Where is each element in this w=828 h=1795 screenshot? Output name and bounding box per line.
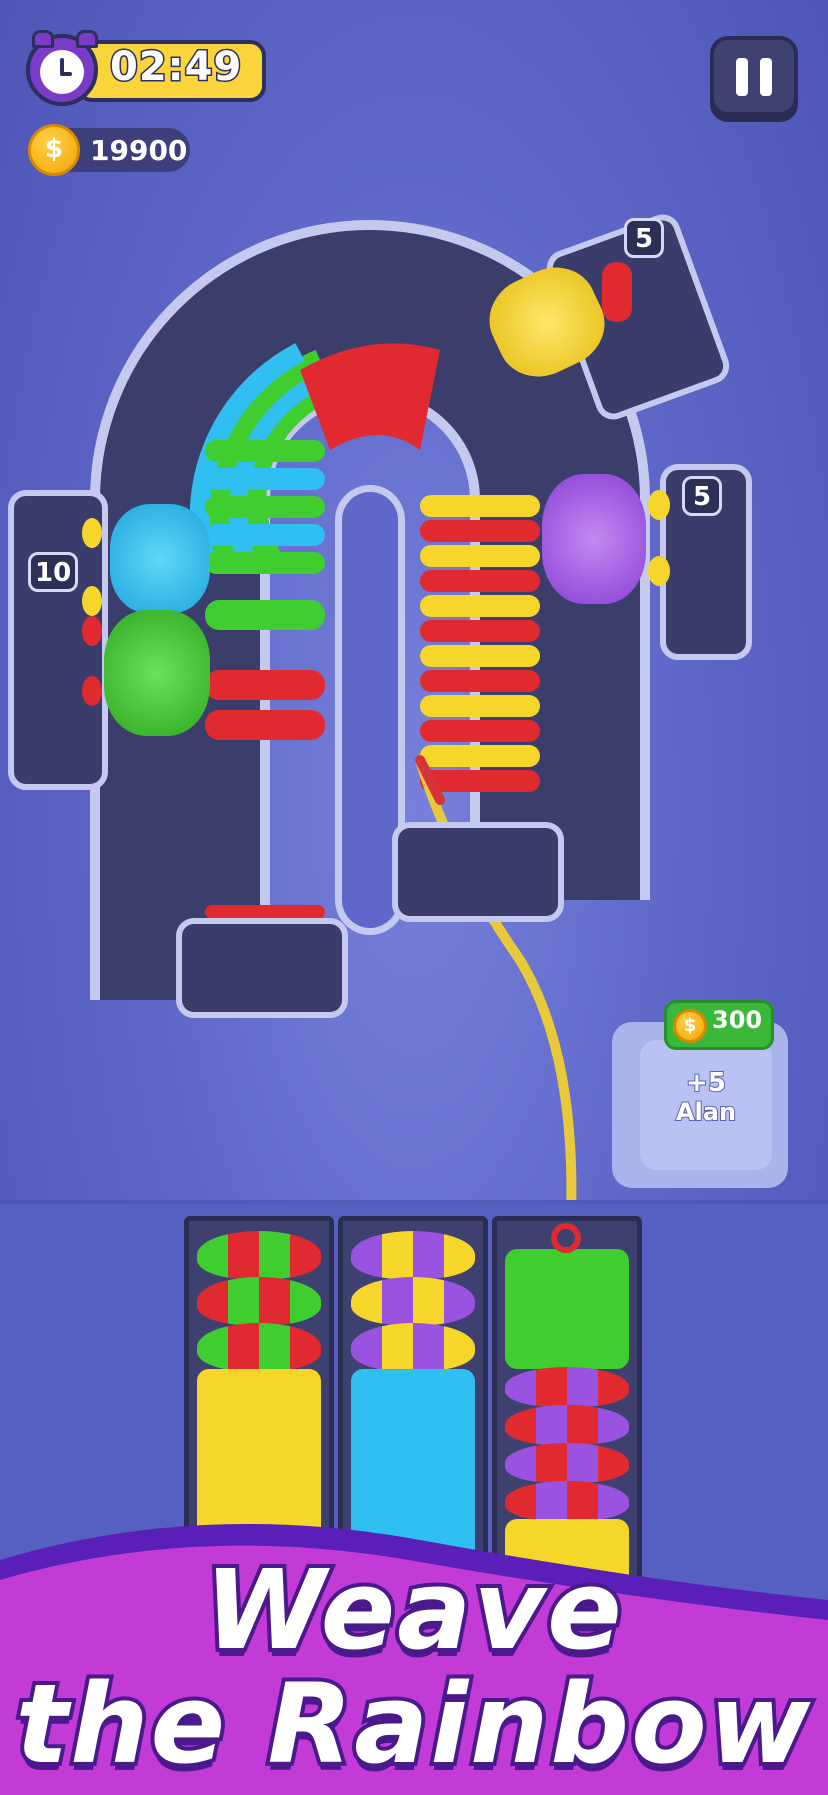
yarn-left-column — [205, 440, 325, 919]
peg-red — [82, 616, 102, 646]
bonus-price: 300 — [712, 1006, 763, 1034]
yarn-row — [505, 1367, 629, 1407]
yarn-row — [351, 1277, 475, 1325]
bonus-box[interactable]: $ 300 +5 Alan — [612, 1000, 788, 1188]
green-spool[interactable] — [104, 610, 210, 736]
bonus-name: Alan — [675, 1097, 737, 1127]
yarn-row — [351, 1323, 475, 1371]
yarn-row — [505, 1443, 629, 1483]
peg-yellow — [648, 490, 670, 520]
yarn-end-hook — [551, 1223, 581, 1253]
purple-spool[interactable] — [542, 474, 646, 604]
machine-count-badge: 10 — [28, 552, 79, 592]
yarn-block — [505, 1249, 629, 1369]
machine-count-badge: 5 — [682, 476, 722, 516]
banner-title-line2: the Rainbow — [12, 1656, 815, 1792]
banner-title-line1: Weave — [200, 1542, 625, 1678]
track-end-left — [176, 918, 348, 1018]
yarn-row — [351, 1231, 475, 1279]
yarn-right-column — [420, 495, 540, 792]
yarn-row — [197, 1231, 321, 1279]
blue-spool[interactable] — [110, 504, 210, 614]
peg-yellow — [648, 556, 670, 586]
promo-banner: Weave the Rainbow — [0, 1500, 828, 1795]
yarn-row — [197, 1277, 321, 1325]
floor-edge — [0, 1200, 828, 1204]
track-end-right — [392, 822, 564, 922]
machine-count-badge: 5 — [624, 218, 664, 258]
coin-icon: $ — [673, 1009, 707, 1043]
peg-red — [602, 262, 632, 322]
yarn-row — [505, 1405, 629, 1445]
peg-red — [82, 676, 102, 706]
peg-yellow — [82, 518, 102, 548]
peg-yellow — [82, 586, 102, 616]
yarn-row — [197, 1323, 321, 1371]
bonus-reward: +5 — [685, 1067, 727, 1099]
